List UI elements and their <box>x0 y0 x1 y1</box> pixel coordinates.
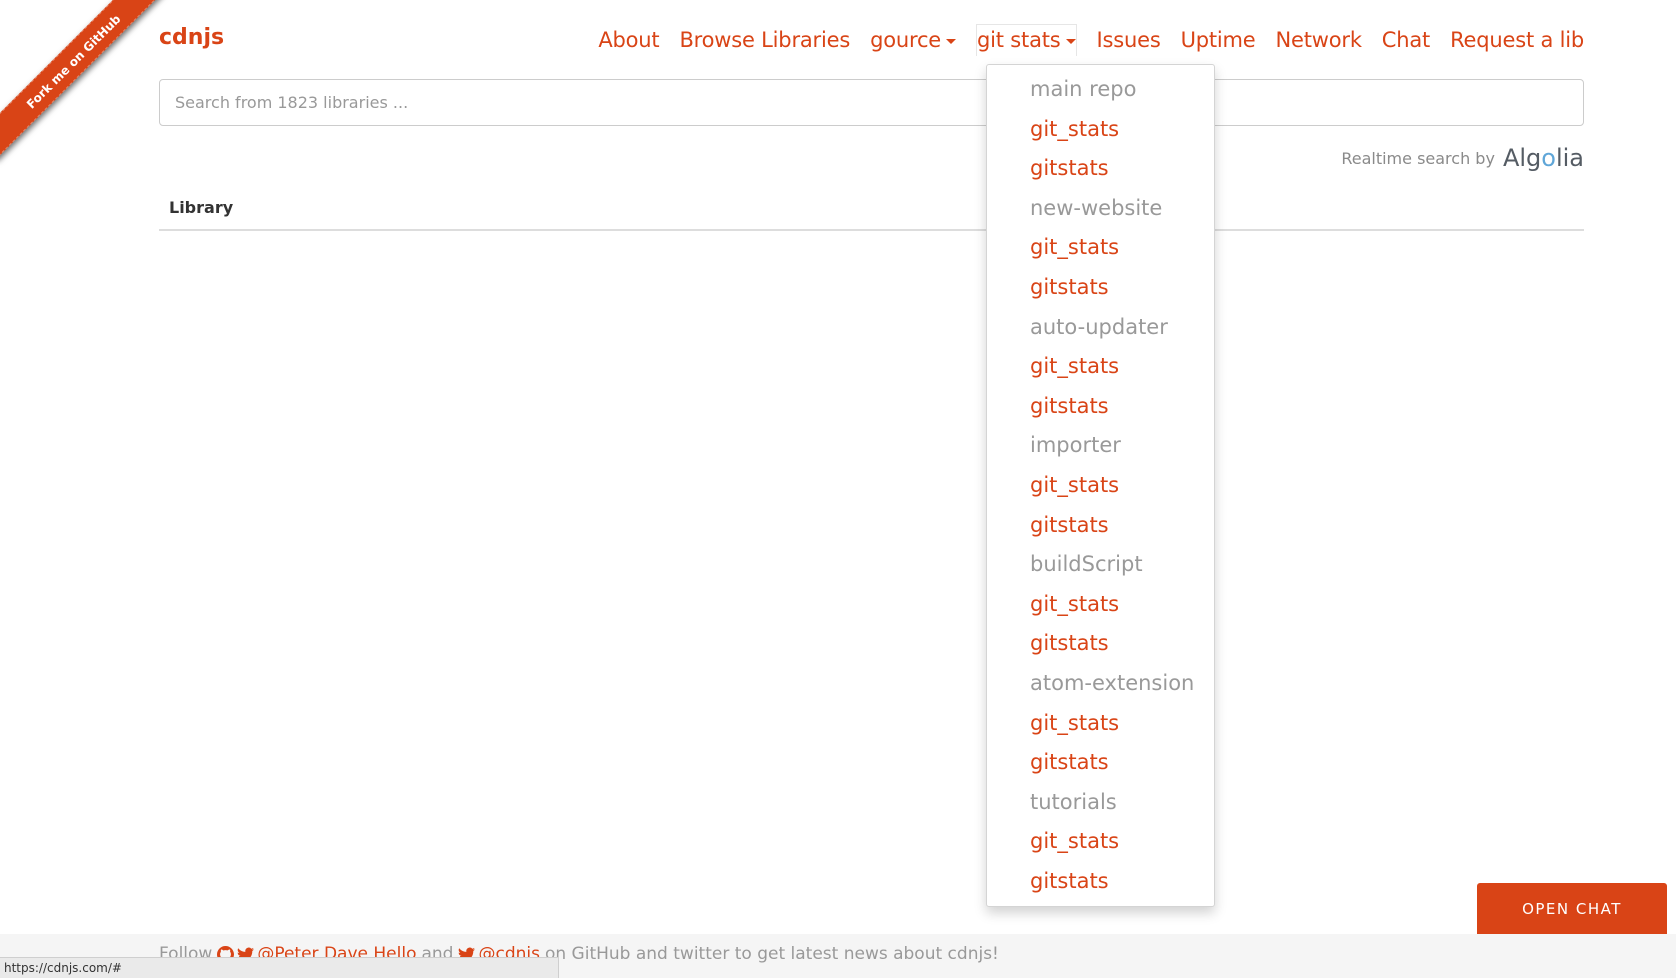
dropdown-link-gitstats[interactable]: gitstats <box>987 624 1214 664</box>
nav-uptime[interactable]: Uptime <box>1181 25 1256 56</box>
dropdown-link-gitstats[interactable]: gitstats <box>987 149 1214 189</box>
dropdown-link-gitstats[interactable]: gitstats <box>987 387 1214 427</box>
dropdown-section-header: main repo <box>1030 77 1137 101</box>
dropdown-link-gitstats[interactable]: gitstats <box>987 268 1214 308</box>
nav-browse-libraries[interactable]: Browse Libraries <box>679 25 850 56</box>
dropdown-link-git-stats[interactable]: git_stats <box>987 347 1214 387</box>
dropdown-link-git-stats[interactable]: git_stats <box>987 585 1214 625</box>
dropdown-section-header: auto-updater <box>1030 314 1168 339</box>
dropdown-link-git-stats[interactable]: git_stats <box>987 466 1214 506</box>
fork-on-github-ribbon[interactable]: Fork me on GitHub <box>0 0 170 160</box>
caret-down-icon <box>946 38 957 44</box>
nav-git-stats-dropdown[interactable]: git stats <box>976 24 1077 56</box>
dropdown-link-git-stats[interactable]: git_stats <box>987 822 1214 862</box>
dropdown-link-git-stats[interactable]: git_stats <box>987 228 1214 268</box>
dropdown-link-gitstats[interactable]: gitstats <box>987 506 1214 546</box>
dropdown-link-gitstats[interactable]: gitstats <box>987 862 1214 902</box>
column-header-library: Library <box>169 198 234 217</box>
brand-logo[interactable]: cdnjs <box>159 25 224 50</box>
dropdown-section-header: buildScript <box>1030 552 1143 577</box>
nav-chat[interactable]: Chat <box>1382 25 1430 56</box>
fork-ribbon-container: Fork me on GitHub <box>0 0 170 170</box>
algolia-logo: Algolia <box>1502 144 1584 172</box>
dropdown-link-gitstats[interactable]: gitstats <box>987 743 1214 783</box>
nav-request-a-lib[interactable]: Request a lib <box>1450 25 1584 56</box>
dropdown-section-header: new-website <box>1030 195 1163 220</box>
git-stats-dropdown-menu: main repo git_stats gitstats new-website git… <box>986 64 1215 907</box>
dropdown-link-git-stats[interactable]: git_stats <box>987 704 1214 744</box>
browser-status-url: https://cdnjs.com/# <box>0 957 559 978</box>
footer-tail-text: on GitHub and twitter to get latest news… <box>544 944 999 964</box>
library-search-input[interactable] <box>159 79 1584 126</box>
nav-network[interactable]: Network <box>1276 25 1362 56</box>
nav-gource-label: gource <box>870 27 942 52</box>
algolia-caption: Realtime search by <box>1341 148 1495 168</box>
nav-gource-dropdown[interactable]: gource <box>870 25 957 56</box>
library-table-header: Library <box>159 186 1584 231</box>
algolia-attribution[interactable]: Realtime search by Algolia <box>1341 144 1584 172</box>
dropdown-section-header: importer <box>1030 433 1121 458</box>
open-chat-button[interactable]: OPEN CHAT <box>1477 883 1667 934</box>
dropdown-link-git-stats[interactable]: git_stats <box>987 110 1214 150</box>
dropdown-section-header: atom-extension <box>1030 670 1195 695</box>
nav-git-stats-label: git stats <box>977 28 1061 52</box>
caret-down-icon <box>1065 39 1076 44</box>
nav-about[interactable]: About <box>598 25 659 56</box>
nav-issues[interactable]: Issues <box>1097 25 1161 56</box>
top-nav: About Browse Libraries gource git stats … <box>578 24 1584 56</box>
dropdown-section-header: tutorials <box>1030 789 1117 814</box>
